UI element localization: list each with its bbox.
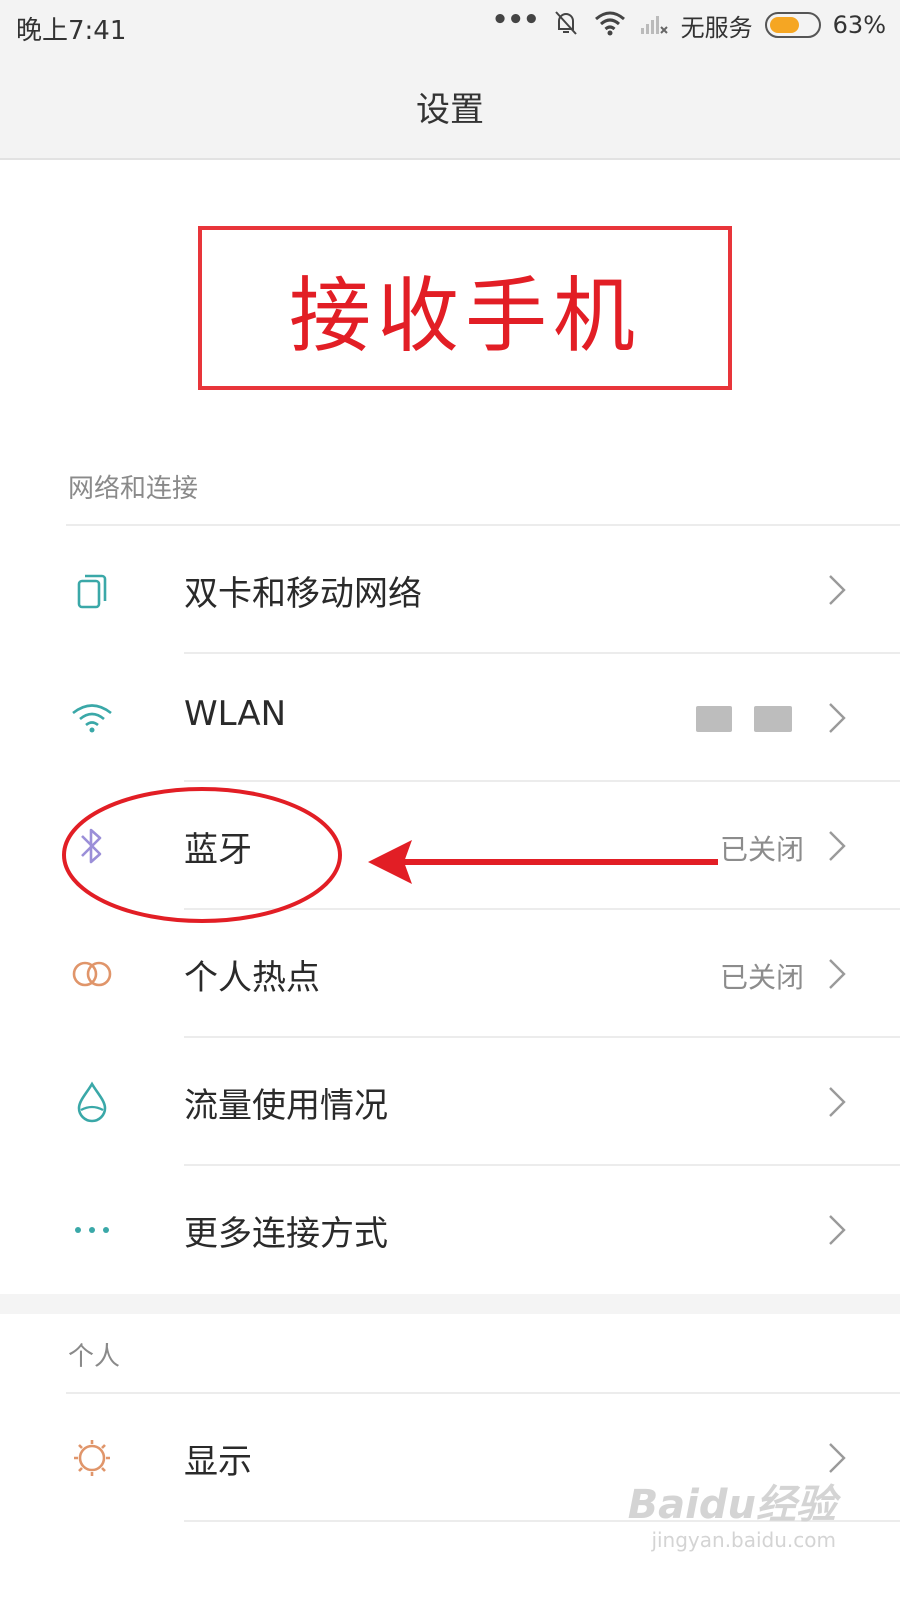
watermark-url: jingyan.baidu.com [651,1528,836,1552]
section-label-personal: 个人 [68,1342,121,1372]
annotation-banner: 接收手机 [198,226,732,390]
settings-item-hotspot[interactable]: 个人热点 已关闭 [0,910,900,1038]
wifi-icon [68,694,116,742]
settings-item-label: 更多连接方式 [184,1214,388,1254]
chevron-right-icon [822,1212,852,1248]
display-icon [68,1434,116,1482]
bluetooth-status: 已关闭 [719,833,804,866]
settings-item-label: WLAN [184,694,287,734]
settings-item-label: 蓝牙 [184,830,252,870]
section-gap [0,1294,900,1314]
chevron-right-icon [822,1084,852,1120]
settings-item-label: 个人热点 [184,958,320,998]
chevron-right-icon [822,700,852,736]
status-time: 晚上7:41 [16,16,127,46]
more-icon [68,1206,116,1254]
signal-none-icon [639,8,669,42]
status-icons: ••• 无服务 63% [491,5,886,42]
settings-item-label: 双卡和移动网络 [184,574,422,614]
watermark-logo: Baidu经验 [627,1482,836,1528]
settings-item-wlan[interactable]: WLAN [0,654,900,782]
page-title: 设置 [416,90,484,130]
settings-item-dual-sim[interactable]: 双卡和移动网络 [0,526,900,654]
section-label-network: 网络和连接 [68,474,199,504]
bluetooth-icon [68,822,116,870]
settings-item-bluetooth[interactable]: 蓝牙 已关闭 [0,782,900,910]
redacted-network-name [754,706,792,732]
chevron-right-icon [822,828,852,864]
hotspot-icon [68,950,116,998]
battery-icon [764,12,821,38]
wifi-status-icon [593,8,627,42]
header: 设置 [0,50,900,160]
dual-sim-icon [68,566,116,614]
chevron-right-icon [822,1440,852,1476]
hotspot-status: 已关闭 [719,961,804,994]
status-bar: 晚上7:41 ••• 无服务 63% [0,0,900,50]
notification-dots-icon: ••• [491,5,540,35]
battery-percent: 63% [832,11,886,39]
settings-item-label: 显示 [184,1442,252,1482]
settings-item-more-connections[interactable]: 更多连接方式 [0,1166,900,1294]
settings-item-data-usage[interactable]: 流量使用情况 [0,1038,900,1166]
redacted-network-name [696,706,732,732]
chevron-right-icon [822,572,852,608]
chevron-right-icon [822,956,852,992]
carrier-text: 无服务 [680,13,753,42]
data-usage-icon [68,1078,116,1126]
mute-bell-icon [551,8,581,42]
settings-item-label: 流量使用情况 [184,1086,388,1126]
annotation-banner-text: 接收手机 [288,268,641,364]
